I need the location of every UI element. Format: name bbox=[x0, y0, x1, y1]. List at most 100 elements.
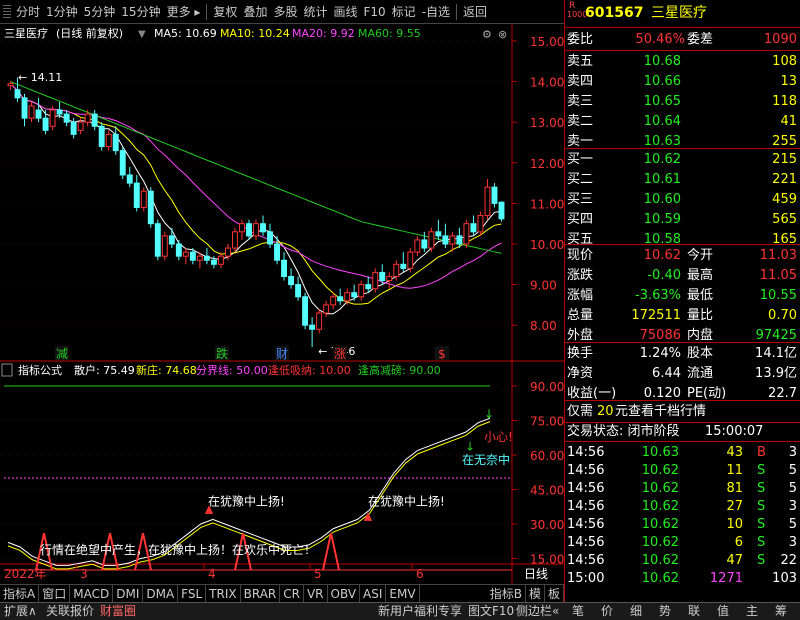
indicator-tab-9[interactable]: VR bbox=[304, 585, 328, 602]
candle-body bbox=[456, 235, 463, 245]
status-right-4[interactable]: 联 bbox=[688, 603, 700, 620]
candle-body bbox=[210, 259, 217, 265]
indicator-tab-5[interactable]: FSL bbox=[178, 585, 207, 602]
cell: 172511 bbox=[631, 308, 681, 323]
toolbar-item-5[interactable]: 复权 bbox=[210, 3, 240, 20]
status-left-0[interactable]: 扩展∧ bbox=[4, 603, 37, 620]
cell: 买一 bbox=[567, 152, 594, 167]
candle-body bbox=[498, 201, 505, 220]
promo-row: 仅需 20 元查看千档行情 bbox=[565, 402, 800, 421]
status-right-0[interactable]: 笔 bbox=[572, 603, 584, 620]
main-legend-item: MA5: 10.69 bbox=[154, 27, 217, 40]
indicator-tab-11[interactable]: ASI bbox=[360, 585, 387, 602]
date-month-label: 5 bbox=[314, 567, 322, 581]
toolbar-item-11[interactable]: 标记 bbox=[389, 3, 419, 20]
toolbar-item-8[interactable]: 统计 bbox=[300, 3, 330, 20]
candle-body bbox=[449, 235, 456, 245]
indicator-legend-item: 逢高减磅: 90.00 bbox=[358, 363, 441, 377]
candle-body bbox=[372, 271, 379, 290]
stock-code[interactable]: 601567 bbox=[585, 2, 643, 24]
toolbar-item-6[interactable]: 叠加 bbox=[240, 3, 270, 20]
status-mid-2[interactable]: 侧边栏« bbox=[516, 603, 559, 620]
indicator-tab-8[interactable]: CR bbox=[280, 585, 304, 602]
candle-body bbox=[295, 284, 302, 298]
cell: 1.24% bbox=[639, 346, 681, 361]
tick-time: 14:56 bbox=[567, 553, 605, 568]
status-right-7[interactable]: 筹 bbox=[775, 603, 787, 620]
indicator-tab-3[interactable]: DMI bbox=[113, 585, 144, 602]
toolbar-grip[interactable] bbox=[3, 4, 11, 19]
period-label: 日线 bbox=[524, 567, 548, 581]
toolbar-item-2[interactable]: 5分钟 bbox=[81, 3, 119, 20]
status-right-3[interactable]: 势 bbox=[659, 603, 671, 620]
tick-time: 14:56 bbox=[567, 481, 605, 496]
candle-body bbox=[365, 284, 372, 290]
cell: 13 bbox=[780, 74, 797, 89]
candle-body bbox=[470, 223, 477, 233]
ask-row: 卖三 10.65 118 bbox=[565, 92, 800, 111]
candle-body bbox=[288, 275, 295, 286]
status-right-6[interactable]: 主 bbox=[746, 603, 758, 620]
candle-body bbox=[442, 235, 449, 245]
candle-body bbox=[203, 255, 210, 261]
status-left-2[interactable]: 财富圈 bbox=[100, 603, 136, 620]
stock-name[interactable]: 三星医疗 bbox=[651, 2, 707, 24]
candle-body bbox=[232, 231, 238, 249]
cell: 现价 bbox=[567, 248, 594, 263]
cell: 量比 bbox=[687, 308, 714, 323]
cell: 10.64 bbox=[643, 114, 681, 129]
bid-row: 买三 10.60 459 bbox=[565, 190, 800, 209]
status-right-2[interactable]: 细 bbox=[630, 603, 642, 620]
indicator-tab-2[interactable]: MACD bbox=[70, 585, 114, 602]
candle-body bbox=[70, 121, 77, 135]
indicator-tab-1[interactable]: 窗口 bbox=[39, 585, 71, 602]
quote-row: 涨跌 -0.40 最高 11.05 bbox=[565, 266, 800, 285]
cell: -3.63% bbox=[635, 288, 681, 303]
cell: 交易状态: 闭市阶段 bbox=[567, 424, 680, 439]
candle-body bbox=[309, 324, 316, 330]
status-right-1[interactable]: 价 bbox=[601, 603, 613, 620]
status-mid-1[interactable]: 图文F10 bbox=[468, 603, 514, 620]
cell: 10.68 bbox=[643, 54, 681, 69]
candle-body bbox=[414, 239, 421, 253]
indicator-tab-0[interactable]: 指标A bbox=[0, 585, 40, 602]
tick-vol: 11 bbox=[726, 463, 743, 478]
chart-area[interactable]: 15.00 14.00 13.00 12.00 11.00 10.00 9.00 8.00 三星… bbox=[0, 24, 564, 584]
candle-body bbox=[161, 235, 168, 257]
quote-panel: R 1000 601567 三星医疗 委比 50.46% 委差 1090 卖五 10.68… bbox=[564, 0, 800, 620]
indicator-tab-14[interactable]: 模 bbox=[526, 585, 545, 602]
candle-body bbox=[421, 239, 428, 249]
indicator-tab-15[interactable]: 板 bbox=[545, 585, 564, 602]
toolbar-item-4[interactable]: 更多 ▸ bbox=[164, 3, 204, 20]
indicator-tab-4[interactable]: DMA bbox=[143, 585, 179, 602]
cell: 1090 bbox=[763, 32, 797, 47]
cell: 13.9亿 bbox=[755, 366, 797, 381]
toolbar-item-10[interactable]: F10 bbox=[361, 5, 389, 19]
status-mid-0[interactable]: 新用户福利专享 bbox=[378, 603, 462, 620]
indicator-tab-13[interactable]: 指标B bbox=[487, 585, 526, 602]
toolbar-item-13[interactable]: 返回 bbox=[460, 3, 490, 20]
indicator-tab-6[interactable]: TRIX bbox=[206, 585, 241, 602]
tick-price: 10.62 bbox=[641, 553, 679, 568]
toolbar-item-3[interactable]: 15分钟 bbox=[118, 3, 163, 20]
promo-num: 20 bbox=[597, 404, 614, 419]
main-legend-item: MA60: 9.55 bbox=[358, 27, 421, 40]
candle-body bbox=[491, 186, 498, 204]
indicator-tab-10[interactable]: OBV bbox=[328, 585, 361, 602]
cell: 买四 bbox=[567, 212, 594, 227]
status-right-5[interactable]: 值 bbox=[717, 603, 729, 620]
toolbar-item-0[interactable]: 分时 bbox=[13, 3, 43, 20]
quote-row: 总量 172511 量比 0.70 bbox=[565, 306, 800, 325]
indicator-tab-12[interactable]: EMV bbox=[386, 585, 420, 602]
cell: 流通 bbox=[687, 366, 714, 381]
candle-body bbox=[302, 296, 309, 326]
toolbar-item-12[interactable]: -自选 bbox=[419, 3, 453, 20]
toolbar-item-1[interactable]: 1分钟 bbox=[43, 3, 81, 20]
status-left-1[interactable]: 关联报价 bbox=[46, 603, 94, 620]
indicator-tab-7[interactable]: BRAR bbox=[241, 585, 281, 602]
toolbar-item-7[interactable]: 多股 bbox=[270, 3, 300, 20]
toolbar-item-9[interactable]: 画线 bbox=[330, 3, 360, 20]
cell: 221 bbox=[772, 172, 797, 187]
divider bbox=[565, 27, 800, 28]
tick-price: 10.62 bbox=[641, 481, 679, 496]
